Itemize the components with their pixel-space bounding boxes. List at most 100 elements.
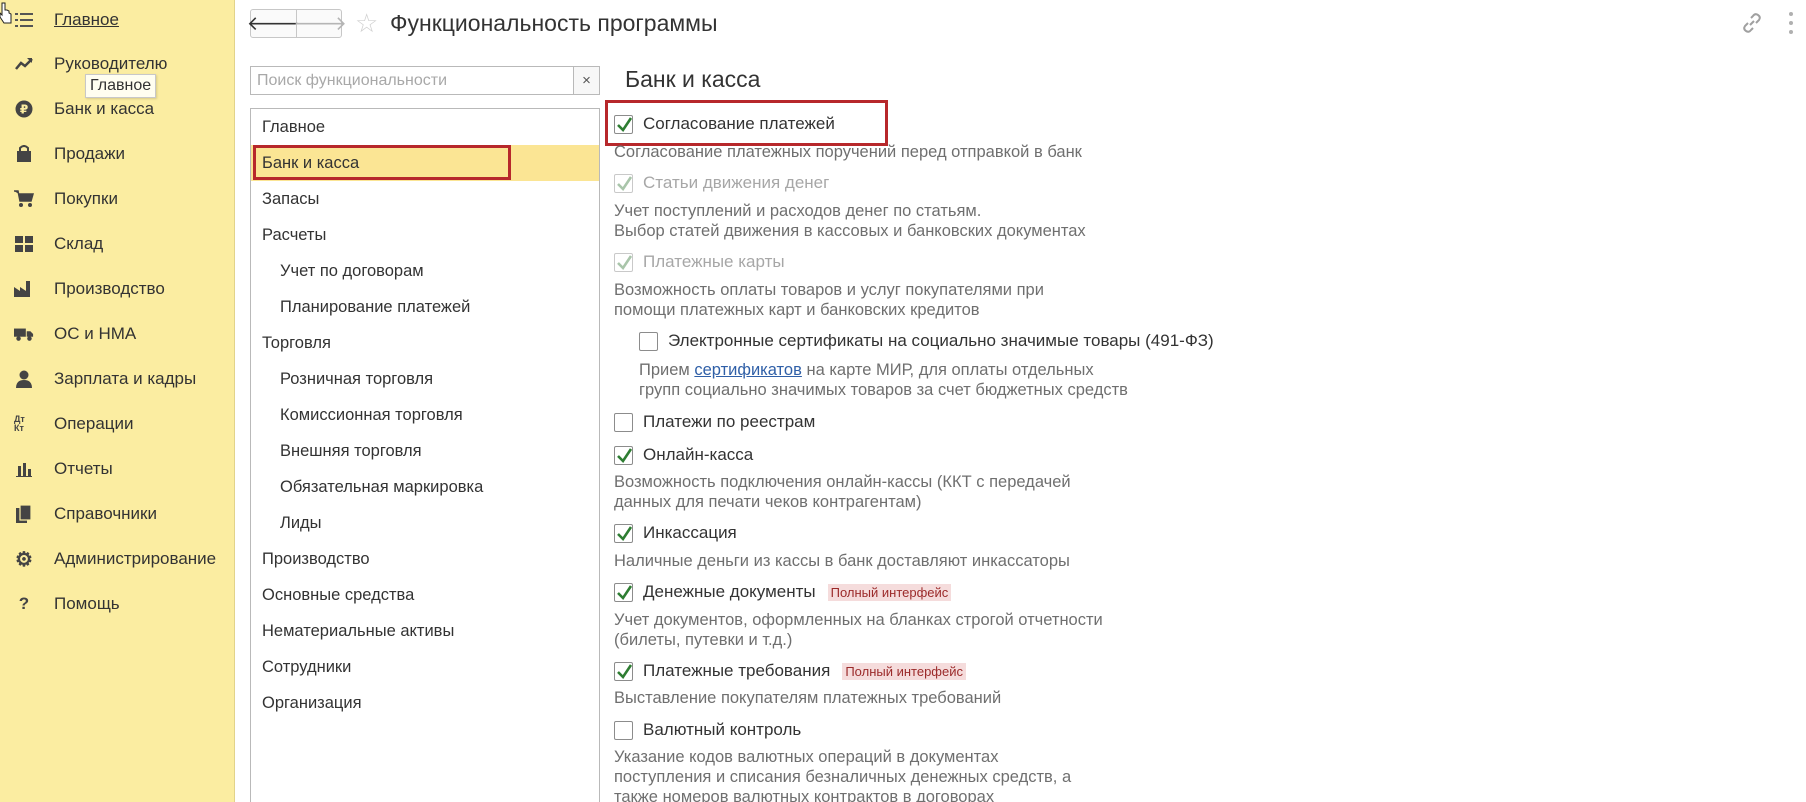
section-item-inventory[interactable]: Запасы bbox=[251, 181, 599, 217]
clear-search-button[interactable]: × bbox=[573, 67, 599, 94]
option-description: помощи платежных карт и банковских креди… bbox=[614, 301, 980, 319]
sidebar-item-salary[interactable]: Зарплата и кадры bbox=[0, 359, 234, 399]
option-label: Валютный контроль bbox=[643, 720, 802, 739]
section-item-retail[interactable]: Розничная торговля bbox=[251, 361, 599, 397]
section-item-foreign-trade[interactable]: Внешняя торговля bbox=[251, 433, 599, 469]
sidebar-item-references[interactable]: Справочники bbox=[0, 494, 234, 534]
option-monetary-documents[interactable]: Денежные документы Полный интерфейс bbox=[614, 581, 952, 603]
checkbox bbox=[614, 252, 633, 272]
option-label: Платежные требования bbox=[643, 661, 831, 680]
section-item-fixed-assets[interactable]: Основные средства bbox=[251, 577, 599, 613]
sidebar-item-label: Производство bbox=[54, 279, 165, 298]
back-button[interactable]: 🡐 bbox=[247, 10, 300, 37]
section-label: Производство bbox=[262, 549, 370, 568]
section-item-leads[interactable]: Лиды bbox=[251, 505, 599, 541]
option-description: Возможность подключения онлайн-кассы (КК… bbox=[614, 473, 1071, 491]
checkbox[interactable] bbox=[614, 582, 633, 602]
option-label: Электронные сертификаты на социально зна… bbox=[668, 331, 1214, 350]
option-currency-control[interactable]: Валютный контроль bbox=[614, 719, 801, 741]
option-electronic-certificates[interactable]: Электронные сертификаты на социально зна… bbox=[639, 330, 1214, 352]
sidebar-item-operations[interactable]: Дт Кт Операции bbox=[0, 404, 234, 444]
forward-button[interactable]: 🡒 bbox=[293, 10, 347, 37]
section-item-employees[interactable]: Сотрудники bbox=[251, 649, 599, 685]
sidebar-item-label: Покупки bbox=[54, 189, 118, 208]
option-description: Учет поступлений и расходов денег по ста… bbox=[614, 202, 982, 220]
section-label: Основные средства bbox=[262, 585, 415, 604]
favorite-star-icon[interactable]: ☆ bbox=[355, 9, 378, 37]
sidebar-item-label: Склад bbox=[54, 234, 104, 253]
sidebar-item-production[interactable]: Производство bbox=[0, 269, 234, 309]
checkbox[interactable] bbox=[639, 331, 658, 351]
option-payment-requests[interactable]: Платежные требования Полный интерфейс bbox=[614, 660, 966, 682]
section-item-commission[interactable]: Комиссионная торговля bbox=[251, 397, 599, 433]
sidebar-item-label: Администрирование bbox=[54, 549, 217, 568]
option-label: Статьи движения денег bbox=[643, 173, 830, 192]
section-item-marking[interactable]: Обязательная маркировка bbox=[251, 469, 599, 505]
checkmark-icon bbox=[617, 525, 633, 541]
option-description: Выставление покупателям платежных требов… bbox=[614, 689, 1002, 707]
option-description: данных для печати чеков контрагентам) bbox=[614, 493, 922, 511]
section-label: Организация bbox=[262, 693, 362, 712]
question-icon: ? bbox=[14, 594, 34, 614]
section-item-payment-planning[interactable]: Планирование платежей bbox=[251, 289, 599, 325]
option-payment-cards: Платежные карты bbox=[614, 251, 785, 273]
option-label: Платежные карты bbox=[643, 252, 785, 271]
checkbox[interactable] bbox=[614, 445, 633, 465]
option-description: (билеты, путевки и т.д.) bbox=[614, 631, 793, 649]
section-label: Торговля bbox=[262, 333, 331, 352]
checkbox[interactable] bbox=[614, 661, 633, 681]
more-menu-icon[interactable] bbox=[1785, 10, 1797, 36]
svg-text:₽: ₽ bbox=[20, 103, 28, 117]
checkmark-icon bbox=[617, 584, 633, 600]
sidebar-item-label: Руководителю bbox=[54, 54, 168, 73]
section-item-trade[interactable]: Торговля bbox=[251, 325, 599, 361]
section-label: Внешняя торговля bbox=[280, 441, 422, 460]
section-item-organization[interactable]: Организация bbox=[251, 685, 599, 721]
option-online-cash-register[interactable]: Онлайн-касса bbox=[614, 444, 753, 466]
sidebar-item-sales[interactable]: Продажи bbox=[0, 134, 234, 174]
section-item-intangibles[interactable]: Нематериальные активы bbox=[251, 613, 599, 649]
dt-kt-icon: Дт Кт bbox=[14, 414, 36, 434]
books-icon bbox=[14, 504, 34, 524]
highlight-frame bbox=[605, 100, 888, 146]
checkmark-icon bbox=[617, 254, 633, 270]
option-description: Указание кодов валютных операций в докум… bbox=[614, 748, 999, 766]
section-item-production[interactable]: Производство bbox=[251, 541, 599, 577]
option-description: Учет документов, оформленных на бланках … bbox=[614, 611, 1103, 629]
checkbox[interactable] bbox=[614, 412, 633, 432]
sidebar-item-fixed-assets[interactable]: ОС и НМА bbox=[0, 314, 234, 354]
sidebar-item-warehouse[interactable]: Склад bbox=[0, 224, 234, 264]
section-label: Комиссионная торговля bbox=[280, 405, 463, 424]
description-text: Прием bbox=[639, 361, 695, 379]
section-item-main[interactable]: Главное bbox=[251, 109, 599, 145]
section-label: Учет по договорам bbox=[280, 261, 424, 280]
option-registry-payments[interactable]: Платежи по реестрам bbox=[614, 411, 815, 433]
checkmark-icon bbox=[617, 175, 633, 191]
dt-kt-glyph: Дт Кт bbox=[14, 414, 25, 433]
option-label: Платежи по реестрам bbox=[643, 412, 816, 431]
option-encashment[interactable]: Инкассация bbox=[614, 522, 737, 544]
sidebar-item-administration[interactable]: ⚙ Администрирование bbox=[0, 539, 234, 579]
section-label: Нематериальные активы bbox=[262, 621, 455, 640]
help-glyph: ? bbox=[18, 594, 30, 613]
section-item-contracts[interactable]: Учет по договорам bbox=[251, 253, 599, 289]
factory-icon bbox=[14, 279, 34, 299]
sections-list: Главное Банк и касса Запасы Расчеты Учет… bbox=[250, 108, 600, 802]
option-description: Выбор статей движения в кассовых и банко… bbox=[614, 222, 1086, 240]
checkbox[interactable] bbox=[614, 720, 633, 740]
section-label: Обязательная маркировка bbox=[280, 477, 484, 496]
link-icon[interactable] bbox=[1740, 11, 1764, 35]
sidebar-item-help[interactable]: ? Помощь bbox=[0, 584, 234, 624]
sidebar-item-label: Операции bbox=[54, 414, 134, 433]
sidebar-item-label: Главное bbox=[54, 10, 119, 29]
option-description: также номеров валютных контрактов в дого… bbox=[614, 788, 995, 802]
sidebar-item-main[interactable]: Главное bbox=[0, 0, 234, 40]
checkbox[interactable] bbox=[614, 523, 633, 543]
certificates-link[interactable]: сертификатов bbox=[694, 361, 802, 379]
sidebar-item-reports[interactable]: Отчеты bbox=[0, 449, 234, 489]
section-item-settlements[interactable]: Расчеты bbox=[251, 217, 599, 253]
option-label: Денежные документы bbox=[643, 582, 816, 601]
sidebar-item-purchases[interactable]: Покупки bbox=[0, 179, 234, 219]
search-input[interactable] bbox=[251, 67, 574, 94]
section-label: Запасы bbox=[262, 189, 320, 208]
